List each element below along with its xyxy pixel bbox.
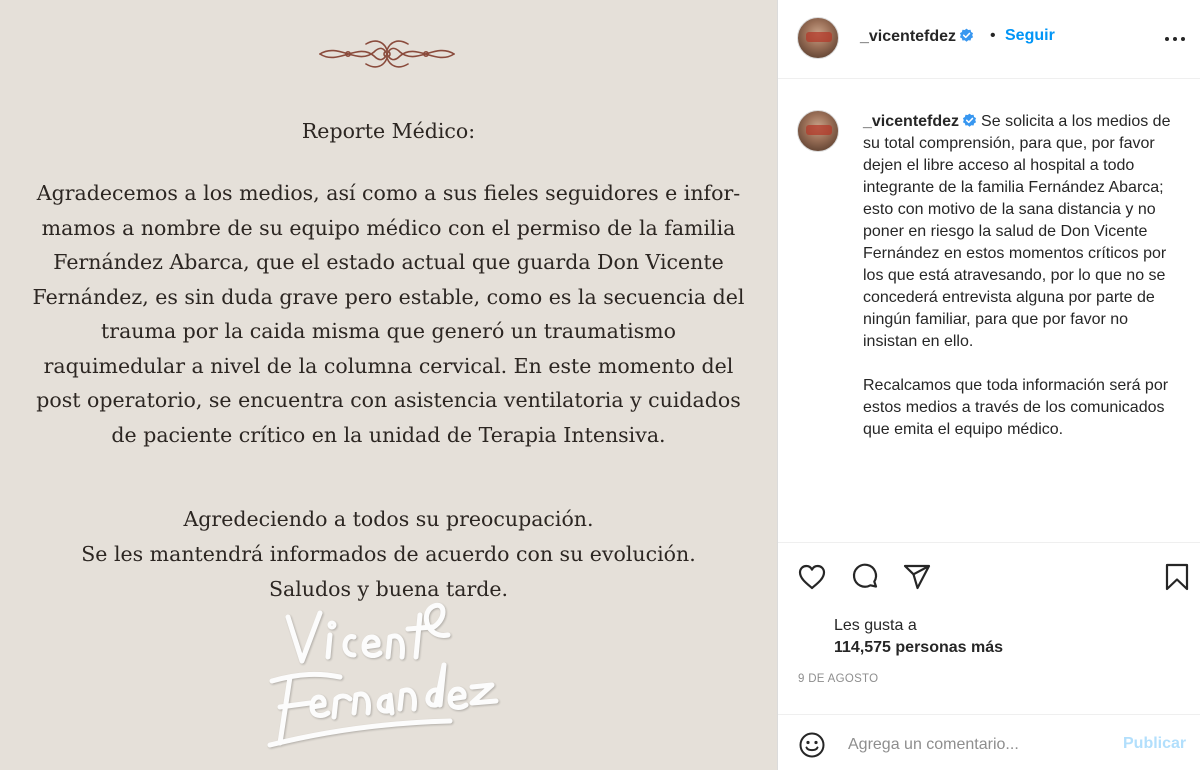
action-bar	[778, 558, 1200, 598]
report-line: raquimedular a nivel de la columna cervi…	[43, 353, 734, 378]
signature-logo	[267, 602, 499, 748]
report-line: Agradecemos a los medios, así como a sus…	[36, 181, 741, 205]
report-body: Agradecemos a los medios, así como a sus…	[20, 176, 757, 452]
username-text: _vicentefdez	[860, 28, 957, 45]
caption-section: _vicentefdez Se solicita a los medios de…	[778, 95, 1200, 540]
avatar[interactable]	[797, 110, 839, 152]
closing-line: Agredeciendo a todos su preocupación.	[183, 507, 594, 531]
report-line: de paciente crítico en la unidad de Tera…	[111, 422, 666, 447]
verified-badge-icon	[962, 113, 977, 127]
separator-dot: •	[990, 27, 996, 44]
actions-divider	[778, 542, 1200, 543]
verified-badge-icon	[959, 28, 974, 42]
report-title: Reporte Médico:	[301, 119, 476, 143]
caption-text: _vicentefdez Se solicita a los medios de…	[863, 111, 1185, 441]
likes-label: Les gusta a	[834, 617, 917, 634]
report-line: Fernández, es sin duda grave pero establ…	[32, 284, 745, 309]
report-line: post operatorio, se encuentra con asiste…	[36, 388, 741, 412]
post-date[interactable]: 9 DE AGOSTO	[798, 673, 878, 685]
caption-paragraph: Se solicita a los medios de su total com…	[863, 113, 1171, 350]
report-line: Fernández Abarca, que el estado actual q…	[53, 250, 724, 274]
share-icon[interactable]	[902, 562, 932, 592]
report-closing: Agredeciendo a todos su preocupación. Se…	[20, 502, 757, 607]
comment-bar: Publicar	[778, 714, 1200, 770]
username-text: _vicentefdez	[863, 113, 960, 130]
follow-button[interactable]: Seguir	[1005, 27, 1055, 45]
more-options-icon[interactable]	[1162, 30, 1188, 48]
publish-button[interactable]: Publicar	[1123, 735, 1186, 753]
caption-paragraph: Recalcamos que toda información será por…	[863, 377, 1169, 438]
closing-line: Se les mantendrá informados de acuerdo c…	[81, 542, 696, 566]
report-line: trauma por la caida misma que generó un …	[101, 319, 676, 343]
post-header: _vicentefdez • Seguir	[778, 0, 1200, 79]
emoji-icon[interactable]	[798, 731, 826, 759]
caption-fade	[863, 532, 1163, 540]
comment-input[interactable]	[848, 733, 1108, 757]
ornament-icon	[319, 40, 455, 68]
avatar[interactable]	[797, 17, 839, 59]
likes-count-link[interactable]: 114,575 personas más	[834, 639, 1003, 657]
post-image[interactable]: Reporte Médico: Agradecemos a los medios…	[0, 0, 777, 770]
header-username-link[interactable]: _vicentefdez	[860, 28, 974, 46]
caption-username-link[interactable]: _vicentefdez	[863, 113, 977, 130]
comment-icon[interactable]	[850, 562, 880, 592]
post-sidebar: _vicentefdez • Seguir _vicentefdez Se so…	[778, 0, 1200, 770]
report-line: mamos a nombre de su equipo médico con e…	[41, 215, 736, 240]
bookmark-icon[interactable]	[1162, 562, 1192, 592]
heart-icon[interactable]	[797, 562, 827, 592]
